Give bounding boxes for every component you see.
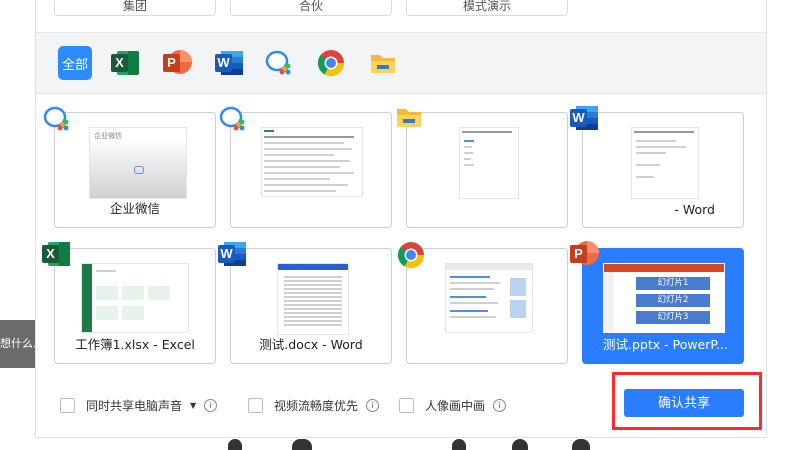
- filter-excel[interactable]: X: [108, 46, 142, 80]
- video-smooth-checkbox[interactable]: [248, 397, 263, 413]
- filter-chrome[interactable]: [314, 46, 348, 80]
- confirm-share-button[interactable]: 确认共享: [624, 389, 744, 417]
- window-card-wecom[interactable]: 企业微信 企业微信: [54, 112, 216, 228]
- filter-word[interactable]: W: [212, 46, 246, 80]
- chevron-down-icon[interactable]: ▼: [190, 401, 196, 410]
- top-tab-1[interactable]: 集团: [54, 0, 216, 16]
- video-smooth-label: 视频流畅度优先: [274, 398, 359, 413]
- window-thumbnail: 幻灯片1 幻灯片2 幻灯片3: [603, 263, 725, 333]
- window-card-word-2[interactable]: 测试.docx - Word: [230, 248, 392, 364]
- window-thumbnail: [81, 263, 189, 333]
- chrome-icon: [317, 50, 345, 77]
- window-thumbnail: [277, 263, 349, 335]
- share-audio-label: 同时共享电脑声音: [86, 398, 183, 413]
- app-filter-bar: 全部 X P W: [36, 32, 766, 94]
- window-card-chrome[interactable]: [406, 248, 568, 364]
- filter-wecom[interactable]: [262, 46, 296, 80]
- powerpoint-icon: P: [570, 240, 600, 270]
- slide-label: 幻灯片2: [636, 294, 710, 307]
- window-label: - Word: [674, 202, 715, 217]
- window-card-word[interactable]: - Word: [582, 112, 744, 228]
- wecom-icon: [219, 106, 245, 131]
- portrait-pip-checkbox[interactable]: [399, 397, 414, 413]
- excel-icon: X: [42, 240, 72, 270]
- share-audio-checkbox[interactable]: [60, 397, 75, 413]
- window-card-powerpoint[interactable]: 幻灯片1 幻灯片2 幻灯片3 测试.pptx - PowerP...: [582, 248, 744, 364]
- chrome-icon: [397, 242, 425, 269]
- top-tab-3[interactable]: 模式演示: [406, 0, 568, 16]
- word-icon: W: [570, 104, 600, 134]
- folder-icon: [397, 109, 421, 127]
- word-icon: W: [215, 49, 243, 77]
- slide-label: 幻灯片3: [636, 311, 710, 324]
- info-icon[interactable]: i: [366, 398, 380, 412]
- filter-all[interactable]: 全部: [58, 46, 92, 80]
- window-label: 测试.docx - Word: [259, 337, 363, 352]
- window-card-explorer[interactable]: [406, 112, 568, 228]
- window-card-excel[interactable]: 工作簿1.xlsx - Excel: [54, 248, 216, 364]
- window-label: 工作簿1.xlsx - Excel: [75, 337, 195, 352]
- window-thumbnail: [445, 263, 533, 333]
- wecom-icon: [265, 50, 291, 75]
- background-bottom-text: [0, 437, 800, 450]
- filter-powerpoint[interactable]: P: [160, 46, 194, 80]
- background-app-snippet: 想什么...: [0, 320, 36, 368]
- excel-icon: X: [111, 49, 139, 77]
- window-thumbnail: 企业微信: [89, 127, 187, 199]
- option-portrait-pip[interactable]: 人像画中画 i: [399, 396, 507, 414]
- window-thumbnail: [631, 127, 699, 199]
- window-card-wecom-2[interactable]: [230, 112, 392, 228]
- slide-label: 幻灯片1: [636, 277, 710, 290]
- folder-icon: [371, 55, 395, 73]
- info-icon[interactable]: i: [204, 398, 218, 412]
- window-thumbnail: [261, 127, 363, 197]
- top-tab-2[interactable]: 合伙: [230, 0, 392, 16]
- window-label: 企业微信: [109, 201, 160, 216]
- filter-explorer[interactable]: [366, 46, 400, 80]
- thumb-title: 企业微信: [94, 132, 122, 140]
- top-category-row: 集团 合伙 模式演示: [36, 0, 766, 30]
- wecom-icon: [43, 106, 69, 131]
- option-share-audio[interactable]: 同时共享电脑声音 ▼ i: [60, 396, 218, 414]
- option-video-smooth[interactable]: 视频流畅度优先 i: [248, 396, 380, 414]
- word-icon: W: [218, 240, 248, 270]
- info-icon[interactable]: i: [493, 398, 507, 412]
- powerpoint-icon: P: [163, 49, 192, 77]
- window-thumbnail: [459, 127, 519, 199]
- portrait-pip-label: 人像画中画: [425, 398, 486, 413]
- window-label: 测试.pptx - PowerP...: [603, 337, 728, 352]
